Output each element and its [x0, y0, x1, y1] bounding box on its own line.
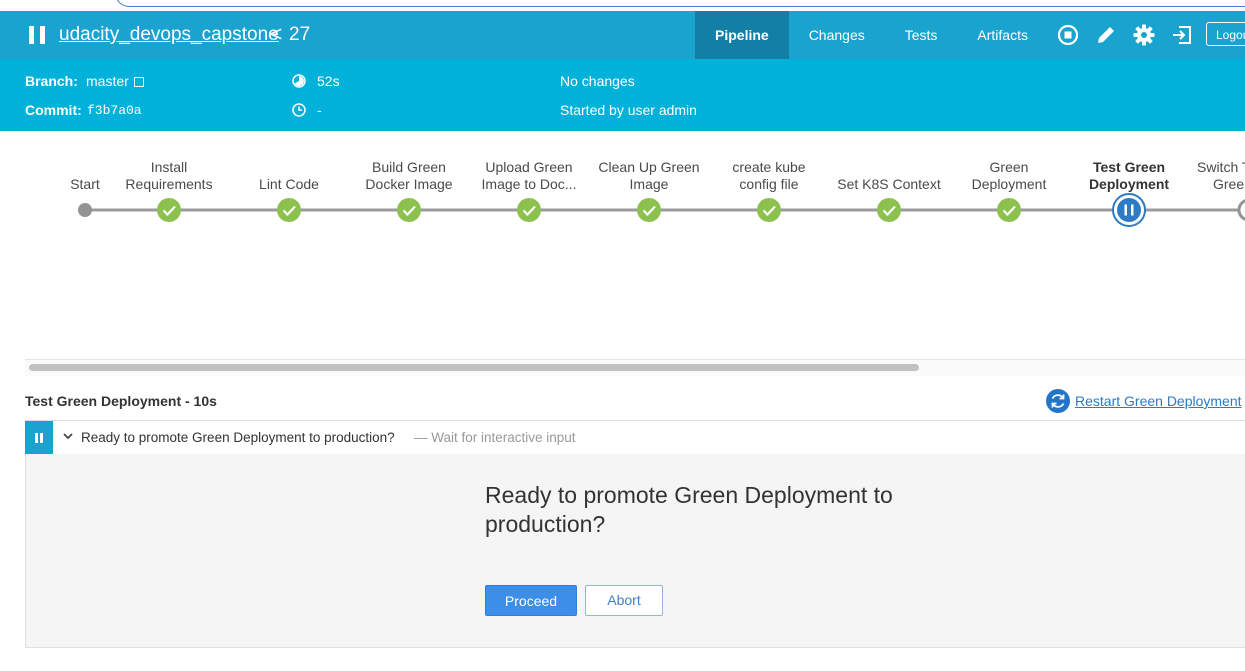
proceed-button[interactable]: Proceed	[485, 585, 577, 616]
stage-label[interactable]: create kube config file	[709, 159, 829, 193]
commit-value[interactable]: f3b7a0a	[87, 103, 142, 118]
step-title[interactable]: Ready to promote Green Deployment to pro…	[81, 430, 395, 445]
started-by: Started by user admin	[560, 102, 697, 118]
stage-label[interactable]: Switch TGreen	[1197, 159, 1245, 193]
logout-button[interactable]: Logou	[1206, 22, 1245, 46]
stage-label[interactable]: Set K8S Context	[829, 176, 949, 193]
run-status-paused-icon	[29, 26, 47, 44]
stage-node-success[interactable]	[997, 198, 1021, 222]
stage-node-success[interactable]	[157, 198, 181, 222]
tab-pipeline[interactable]: Pipeline	[695, 11, 789, 59]
pipeline-graph: Start Install Requirements Lint Code Buil…	[0, 131, 1245, 359]
graph-horizontal-scrollbar[interactable]	[25, 359, 1245, 376]
stage-node-success[interactable]	[757, 198, 781, 222]
stage-label[interactable]: Green Deployment	[949, 159, 1069, 193]
run-number: 27	[289, 24, 311, 45]
stage-node-success[interactable]	[517, 198, 541, 222]
stop-icon[interactable]	[1056, 23, 1080, 47]
stage-label[interactable]: Install Requirements	[109, 159, 229, 193]
step-row[interactable]: Ready to promote Green Deployment to pro…	[25, 420, 1245, 456]
input-request-panel: Ready to promote Green Deployment to pro…	[25, 454, 1245, 648]
duration-value: 52s	[317, 73, 340, 89]
job-name-link[interactable]: udacity_devops_capstone	[59, 24, 279, 46]
stage-node-paused[interactable]	[1112, 193, 1146, 227]
stage-label[interactable]: Upload Green Image to Doc...	[469, 159, 589, 193]
exit-icon[interactable]	[1170, 23, 1194, 47]
stage-label[interactable]: Lint Code	[229, 176, 349, 193]
browser-address-edge	[115, 0, 1245, 7]
branch-value[interactable]: master	[86, 73, 144, 89]
stage-node-success[interactable]	[877, 198, 901, 222]
tab-changes[interactable]: Changes	[789, 11, 885, 59]
restart-stage-label[interactable]: Restart Green Deployment	[1075, 393, 1242, 409]
run-separator: <	[270, 23, 283, 46]
external-link-icon[interactable]	[133, 77, 144, 87]
settings-icon[interactable]	[1132, 23, 1156, 47]
clock-icon	[292, 103, 306, 117]
scrollbar-thumb[interactable]	[29, 364, 919, 371]
stage-node-start	[78, 203, 92, 217]
branch-label: Branch:	[25, 73, 78, 89]
branch-name[interactable]: master	[86, 73, 129, 89]
abort-button[interactable]: Abort	[585, 585, 663, 616]
stage-node-not-built[interactable]	[1237, 199, 1245, 221]
step-paused-icon	[25, 421, 53, 455]
step-description: — Wait for interactive input	[414, 430, 576, 445]
restart-icon[interactable]	[1046, 389, 1070, 413]
changes-summary: No changes	[560, 73, 635, 89]
ended-value: -	[317, 102, 322, 118]
stage-node-success[interactable]	[637, 198, 661, 222]
run-meta: Branch: master Commit: f3b7a0a 52s - No …	[0, 59, 1245, 131]
stage-node-success[interactable]	[397, 198, 421, 222]
tab-artifacts[interactable]: Artifacts	[957, 11, 1048, 59]
chevron-down-icon[interactable]	[61, 429, 75, 443]
stage-label[interactable]: Clean Up Green Image	[589, 159, 709, 193]
tab-tests[interactable]: Tests	[885, 11, 958, 59]
run-header: udacity_devops_capstone < 27 Pipeline Ch…	[0, 11, 1245, 59]
input-prompt: Ready to promote Green Deployment to pro…	[485, 482, 893, 537]
run-tabs: Pipeline Changes Tests Artifacts	[695, 11, 1048, 59]
edit-icon[interactable]	[1094, 23, 1118, 47]
step-detail-title: Test Green Deployment - 10s	[25, 393, 217, 409]
duration-icon	[292, 74, 306, 88]
stage-node-success[interactable]	[277, 198, 301, 222]
browser-top-strip	[0, 0, 1245, 10]
stage-label-selected[interactable]: Test Green Deployment	[1069, 159, 1189, 193]
commit-label: Commit:	[25, 102, 82, 118]
stage-label[interactable]: Build Green Docker Image	[349, 159, 469, 193]
